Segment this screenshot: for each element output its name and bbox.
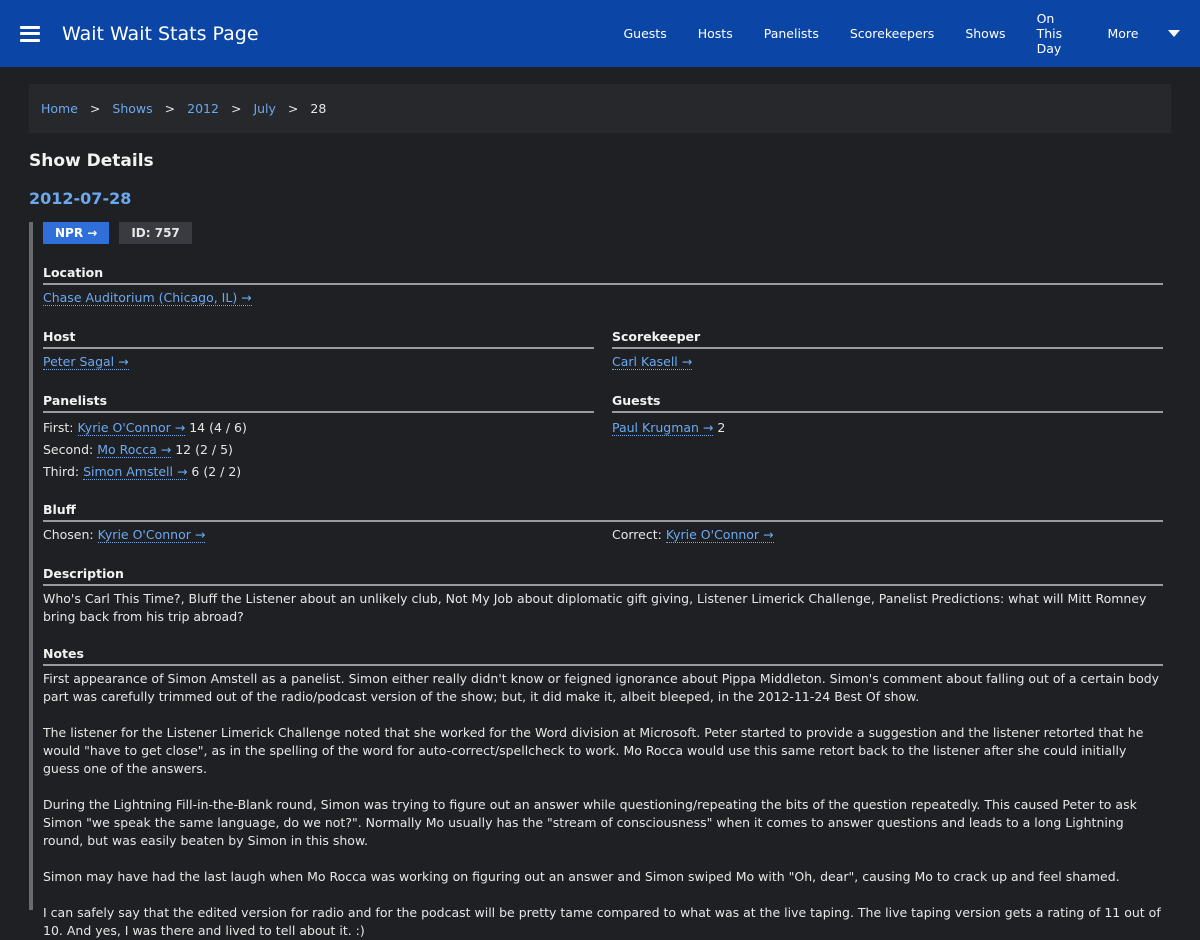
notes-paragraph: Simon may have had the last laugh when M… (43, 869, 1120, 884)
hamburger-menu-icon[interactable] (20, 25, 40, 42)
show-details: NPR → ID: 757 Location Chase Auditorium … (29, 222, 1163, 938)
breadcrumb-separator: > (287, 101, 299, 116)
show-id-badge: ID: 757 (119, 222, 192, 244)
page-title: Show Details (29, 151, 154, 171)
location-section: Location Chase Auditorium (Chicago, IL) … (43, 265, 1163, 307)
guests-section: Guests Paul Krugman → 2 (612, 393, 1163, 483)
description-title: Description (43, 566, 1163, 586)
top-navbar: Wait Wait Stats Page Guests Hosts Paneli… (0, 0, 1200, 67)
panelist-rank: First: (43, 420, 74, 435)
bluff-chosen-label: Chosen: (43, 527, 94, 542)
panelist-score: 6 (2 / 2) (187, 464, 242, 479)
show-date: 2012-07-28 (29, 189, 132, 208)
host-link[interactable]: Peter Sagal → (43, 354, 129, 370)
panelist-row: Second: Mo Rocca → 12 (2 / 5) (43, 439, 594, 461)
panelist-score: 14 (4 / 6) (185, 420, 247, 435)
nav-panelists[interactable]: Panelists (748, 26, 834, 41)
breadcrumb-home[interactable]: Home (41, 101, 78, 116)
bluff-section: Bluff Chosen: Kyrie O'Connor → Correct: … (43, 502, 1163, 544)
notes-paragraph: I can safely say that the edited version… (43, 905, 1161, 938)
host-title: Host (43, 329, 594, 349)
caret-down-icon[interactable] (1168, 30, 1180, 37)
breadcrumb: Home > Shows > 2012 > July > 28 (29, 84, 1171, 133)
location-link[interactable]: Chase Auditorium (Chicago, IL) → (43, 290, 252, 306)
panelists-section: Panelists First: Kyrie O'Connor → 14 (4 … (43, 393, 594, 483)
breadcrumb-separator: > (230, 101, 242, 116)
guests-title: Guests (612, 393, 1163, 413)
breadcrumb-separator: > (89, 101, 101, 116)
notes-paragraph: First appearance of Simon Amstell as a p… (43, 671, 1160, 704)
panelist-rank: Third: (43, 464, 80, 479)
nav-shows[interactable]: Shows (950, 26, 1021, 41)
scorekeeper-section: Scorekeeper Carl Kasell → (612, 329, 1163, 371)
panelist-link[interactable]: Kyrie O'Connor → (77, 420, 186, 436)
panelist-link[interactable]: Mo Rocca → (97, 442, 172, 458)
breadcrumb-separator: > (164, 101, 176, 116)
nav-hosts[interactable]: Hosts (682, 26, 748, 41)
notes-paragraph: The listener for the Listener Limerick C… (43, 725, 1144, 776)
guest-score: 2 (713, 420, 726, 435)
site-title[interactable]: Wait Wait Stats Page (62, 23, 259, 45)
host-section: Host Peter Sagal → (43, 329, 594, 371)
panelist-rank: Second: (43, 442, 94, 457)
nav-guests[interactable]: Guests (608, 26, 682, 41)
notes-paragraph: During the Lightning Fill-in-the-Blank r… (43, 797, 1137, 848)
panelist-row: Third: Simon Amstell → 6 (2 / 2) (43, 461, 594, 483)
description-text: Who's Carl This Time?, Bluff the Listene… (43, 591, 1147, 624)
nav-more[interactable]: More (1092, 26, 1154, 41)
scorekeeper-title: Scorekeeper (612, 329, 1163, 349)
breadcrumb-year[interactable]: 2012 (187, 101, 219, 116)
panelist-link[interactable]: Simon Amstell → (83, 464, 188, 480)
scorekeeper-link[interactable]: Carl Kasell → (612, 354, 693, 370)
bluff-correct-link[interactable]: Kyrie O'Connor → (665, 527, 774, 543)
npr-link-button[interactable]: NPR → (43, 222, 110, 244)
notes-title: Notes (43, 646, 1163, 666)
nav-scorekeepers[interactable]: Scorekeepers (834, 26, 949, 41)
panelist-row: First: Kyrie O'Connor → 14 (4 / 6) (43, 417, 594, 439)
guest-link[interactable]: Paul Krugman → (612, 420, 714, 436)
nav-on-this-day[interactable]: On This Day (1021, 11, 1092, 56)
description-section: Description Who's Carl This Time?, Bluff… (43, 566, 1163, 626)
panelists-title: Panelists (43, 393, 594, 413)
panelist-score: 12 (2 / 5) (171, 442, 233, 457)
breadcrumb-current: 28 (310, 101, 327, 116)
main-nav: Guests Hosts Panelists Scorekeepers Show… (608, 0, 1200, 67)
bluff-chosen-link[interactable]: Kyrie O'Connor → (97, 527, 206, 543)
location-title: Location (43, 265, 1163, 285)
breadcrumb-month[interactable]: July (253, 101, 275, 116)
notes-section: Notes First appearance of Simon Amstell … (43, 646, 1163, 940)
bluff-title: Bluff (43, 502, 1163, 522)
bluff-correct-label: Correct: (612, 527, 662, 542)
badge-row: NPR → ID: 757 (43, 222, 1163, 244)
breadcrumb-shows[interactable]: Shows (112, 101, 152, 116)
